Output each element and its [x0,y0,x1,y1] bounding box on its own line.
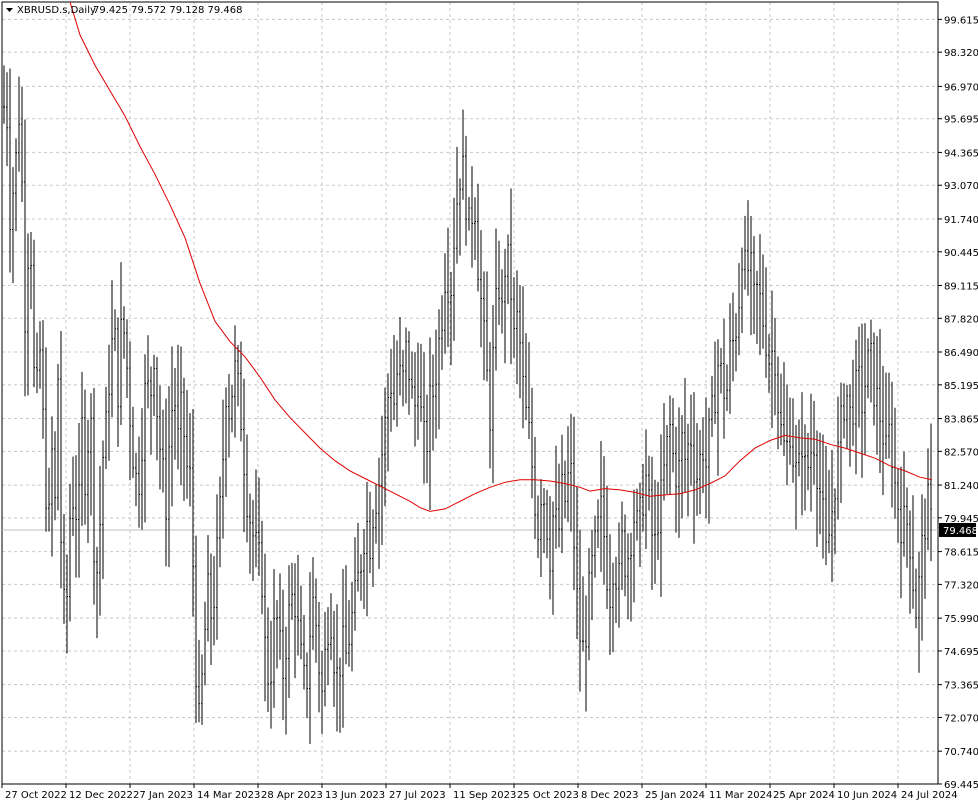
time-tick-label: 25 Apr 2024 [773,790,835,801]
price-chart[interactable]: 99.615 98.320 96.970 95.695 94.365 93.070 91.7… [0,0,978,805]
price-tick-label: 72.070 [944,713,978,724]
price-tick-label: 74.695 [944,647,978,658]
time-tick-label: 12 Dec 2022 [69,790,133,801]
price-tick-label: 91.740 [944,215,978,226]
chart-header: XBRUSD.s,Daily 79.425 79.572 79.128 79.4… [6,5,243,16]
price-tick-label: 81.240 [944,481,978,492]
price-tick-label: 73.365 [944,681,978,692]
price-tick-label: 98.320 [944,48,978,59]
time-tick-label: 24 Jul 2024 [901,790,958,801]
time-tick-label: 11 Mar 2024 [709,790,772,801]
price-tick-label: 90.445 [944,248,978,259]
time-tick-label: 28 Apr 2023 [261,790,323,801]
price-tick-label: 70.740 [944,747,978,758]
price-tick-label: 94.365 [944,148,978,159]
price-tick-label: 95.695 [944,115,978,126]
ohlc-values: 79.425 79.572 79.128 79.468 [93,5,243,16]
time-tick-label: 10 Jun 2024 [837,790,897,801]
time-tick-label: 25 Oct 2023 [517,790,579,801]
price-tick-label: 82.570 [944,447,978,458]
price-tick-label: 96.970 [944,82,978,93]
price-tick-label: 99.615 [944,15,978,26]
price-tick-label: 86.490 [944,348,978,359]
price-tick-label: 89.115 [944,281,978,292]
time-tick-label: 14 Mar 2023 [197,790,260,801]
price-tick-label: 78.615 [944,548,978,559]
time-tick-label: 13 Jun 2023 [325,790,385,801]
time-tick-label: 27 Oct 2022 [5,790,67,801]
price-tick-label: 77.320 [944,580,978,591]
current-price-tag-label: 79.468 [943,526,978,537]
time-tick-label: 27 Jul 2023 [389,790,446,801]
price-tick-label: 83.865 [944,415,978,426]
price-tick-label: 87.820 [944,314,978,325]
price-tick-label: 93.070 [944,181,978,192]
symbol-label: XBRUSD.s,Daily [17,5,96,16]
time-tick-label: 11 Sep 2023 [453,790,516,801]
time-tick-label: 8 Dec 2023 [581,790,639,801]
time-tick-label: 27 Jan 2023 [133,790,193,801]
time-tick-label: 25 Jan 2024 [645,790,705,801]
current-price-tag: 79.468 [939,522,978,537]
price-tick-label: 75.990 [944,614,978,625]
price-tick-label: 85.195 [944,381,978,392]
